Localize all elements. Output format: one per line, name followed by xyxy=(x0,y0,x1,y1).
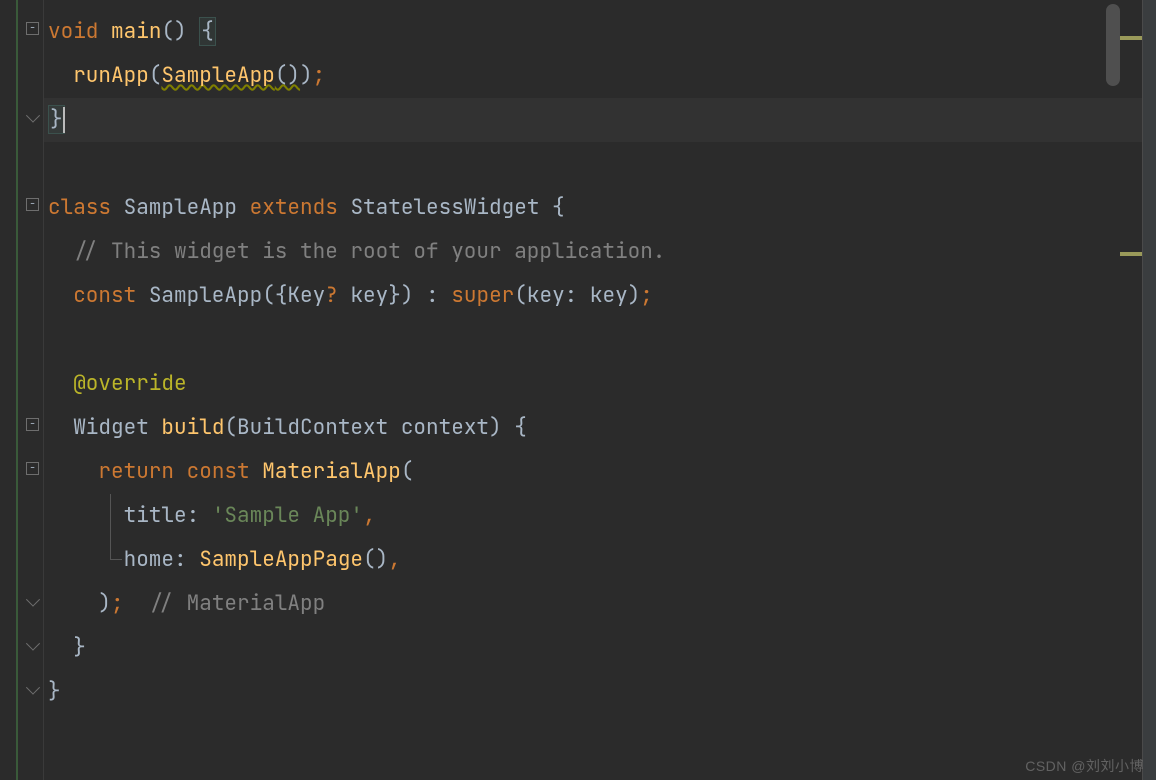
code-line[interactable]: // This widget is the root of your appli… xyxy=(44,230,1142,274)
fold-end-icon[interactable] xyxy=(26,638,39,651)
code-line[interactable]: return const MaterialApp( xyxy=(44,450,1142,494)
code-line[interactable]: runApp(SampleApp()); xyxy=(44,54,1142,98)
code-line[interactable]: Widget build(BuildContext context) { xyxy=(44,406,1142,450)
code-line-empty[interactable] xyxy=(44,142,1142,186)
keyword: const xyxy=(187,458,250,485)
warning-marker[interactable] xyxy=(1120,252,1142,256)
right-panel xyxy=(1142,0,1156,780)
code-line[interactable]: @override xyxy=(44,362,1142,406)
fold-icon[interactable] xyxy=(26,418,39,431)
class-name: SampleApp xyxy=(124,194,237,221)
string-literal: 'Sample App' xyxy=(212,502,363,529)
brace: { xyxy=(199,17,216,46)
fold-icon[interactable] xyxy=(26,22,39,35)
keyword: class xyxy=(48,194,111,221)
scrollbar-thumb[interactable] xyxy=(1106,4,1120,86)
keyword: extends xyxy=(250,194,338,221)
keyword: return xyxy=(98,458,174,485)
parens: () xyxy=(161,18,186,45)
annotation: @override xyxy=(73,370,186,397)
keyword: void xyxy=(48,18,98,45)
warning-marker[interactable] xyxy=(1120,36,1142,40)
fold-icon[interactable] xyxy=(26,198,39,211)
function-name: main xyxy=(111,18,161,45)
fold-end-icon[interactable] xyxy=(26,682,39,695)
code-area[interactable]: void main() { runApp(SampleApp()); } cla… xyxy=(44,0,1142,780)
tree-guide xyxy=(110,538,122,560)
fold-icon[interactable] xyxy=(26,462,39,475)
code-editor[interactable]: void main() { runApp(SampleApp()); } cla… xyxy=(0,0,1156,780)
text-cursor xyxy=(63,107,65,133)
comment: // This widget is the root of your appli… xyxy=(73,238,665,265)
code-line[interactable]: } xyxy=(44,670,1142,714)
code-line[interactable]: home: SampleAppPage(), xyxy=(44,538,1142,582)
code-line[interactable]: ); // MaterialApp xyxy=(44,582,1142,626)
change-marker xyxy=(16,0,18,780)
code-line[interactable]: const SampleApp({Key? key}) : super(key:… xyxy=(44,274,1142,318)
type: Widget xyxy=(73,414,149,441)
fold-end-icon[interactable] xyxy=(26,110,39,123)
code-line[interactable]: class SampleApp extends StatelessWidget … xyxy=(44,186,1142,230)
gutter xyxy=(0,0,44,780)
constructor-call: MaterialApp xyxy=(262,458,401,485)
code-line[interactable]: title: 'Sample App', xyxy=(44,494,1142,538)
method-name: build xyxy=(161,414,224,441)
closing-hint: // MaterialApp xyxy=(124,590,326,617)
warning-call: SampleApp xyxy=(161,62,274,89)
code-line-current[interactable]: } xyxy=(44,98,1142,142)
type: StatelessWidget xyxy=(350,194,539,221)
code-line[interactable]: void main() { xyxy=(44,10,1142,54)
code-line[interactable]: } xyxy=(44,626,1142,670)
code-line-empty[interactable] xyxy=(44,318,1142,362)
constructor-call: SampleAppPage xyxy=(199,546,363,573)
fold-end-icon[interactable] xyxy=(26,594,39,607)
keyword: const xyxy=(73,282,136,309)
constructor: SampleApp xyxy=(149,282,262,309)
function-call: runApp xyxy=(73,62,149,89)
tree-guide xyxy=(110,494,111,538)
keyword: super xyxy=(451,282,514,309)
watermark: CSDN @刘刘小博 xyxy=(1025,756,1144,776)
